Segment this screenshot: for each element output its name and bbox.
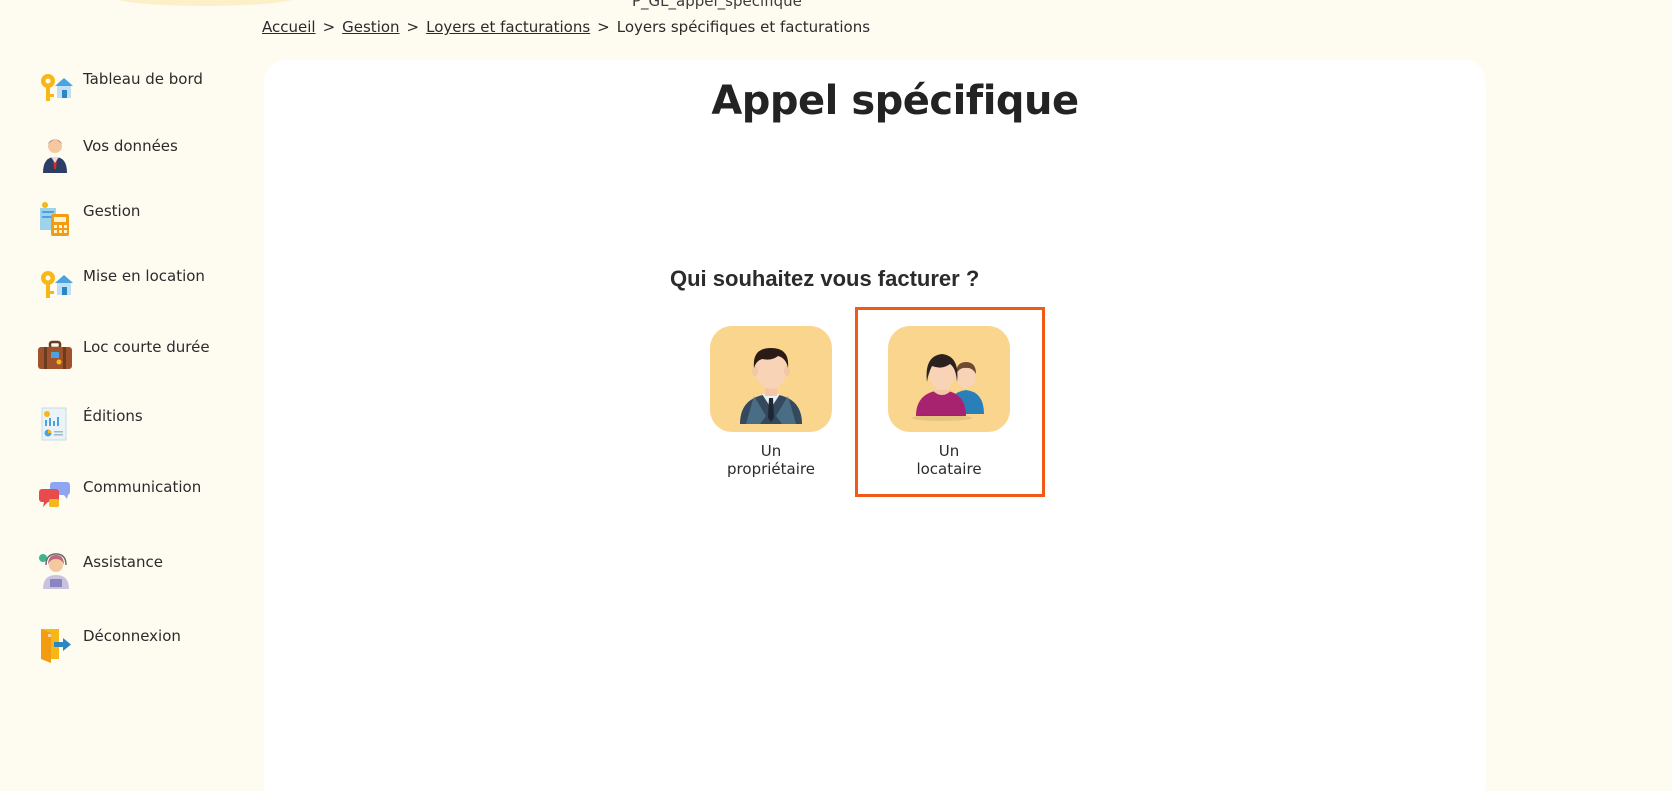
breadcrumb-link-loyers[interactable]: Loyers et facturations (426, 18, 590, 36)
choice-proprietaire[interactable]: Un propriétaire (709, 326, 833, 478)
sidebar-item-deconnexion[interactable]: Déconnexion (36, 625, 181, 663)
businessman-icon (36, 135, 74, 173)
page-code: P_GL_appel_specifique (632, 0, 802, 10)
breadcrumb-link-gestion[interactable]: Gestion (342, 18, 399, 36)
chat-bubbles-icon (36, 476, 74, 514)
tenant-avatar-icon (904, 334, 994, 424)
sidebar-item-editions[interactable]: Éditions (36, 405, 143, 443)
breadcrumb-separator: > (597, 18, 610, 36)
sidebar-item-label: Communication (83, 478, 202, 496)
sidebar-item-label: Déconnexion (83, 627, 181, 645)
report-icon (36, 405, 74, 443)
owner-avatar-icon (726, 334, 816, 424)
breadcrumb-link-accueil[interactable]: Accueil (262, 18, 316, 36)
sidebar-item-label: Vos données (83, 137, 178, 155)
choice-label: Un locataire (916, 442, 982, 478)
main-card: Appel spécifique Qui souhaitez vous fact… (264, 60, 1486, 791)
breadcrumb-separator: > (322, 18, 336, 36)
sidebar: Tableau de bord Vos données Gestion Mise… (0, 0, 262, 791)
breadcrumb-separator: > (406, 18, 420, 36)
billing-question: Qui souhaitez vous facturer ? (670, 266, 980, 291)
support-agent-icon (36, 551, 74, 589)
sidebar-item-label: Loc courte durée (83, 338, 210, 356)
keys-house-icon (36, 265, 74, 303)
breadcrumb-current: Loyers spécifiques et facturations (616, 18, 871, 36)
sidebar-item-loc-courte-duree[interactable]: Loc courte durée (36, 336, 210, 374)
sidebar-item-label: Assistance (83, 553, 163, 571)
calculator-icon (36, 200, 74, 238)
page-title: Appel spécifique (711, 78, 1079, 124)
page: P_GL_appel_specifique Accueil > Gestion > Lo… (0, 0, 1672, 791)
sidebar-item-label: Mise en location (83, 267, 205, 285)
sidebar-item-tableau-de-bord[interactable]: Tableau de bord (36, 68, 203, 106)
breadcrumb: Accueil > Gestion > Loyers et facturations > L… (262, 18, 870, 36)
sidebar-item-label: Gestion (83, 202, 141, 220)
keys-house-icon (36, 68, 74, 106)
choice-label: Un propriétaire (727, 442, 815, 478)
logout-door-icon (36, 625, 74, 663)
sidebar-item-label: Éditions (83, 407, 143, 425)
sidebar-item-mise-en-location[interactable]: Mise en location (36, 265, 205, 303)
sidebar-item-vos-donnees[interactable]: Vos données (36, 135, 178, 173)
suitcase-icon (36, 336, 74, 374)
sidebar-item-label: Tableau de bord (83, 70, 203, 88)
choice-tile[interactable] (888, 326, 1010, 432)
sidebar-item-communication[interactable]: Communication (36, 476, 201, 514)
choice-tile[interactable] (710, 326, 832, 432)
sidebar-item-assistance[interactable]: Assistance (36, 551, 163, 589)
sidebar-item-gestion[interactable]: Gestion (36, 200, 140, 238)
choice-locataire[interactable]: Un locataire (887, 326, 1011, 478)
